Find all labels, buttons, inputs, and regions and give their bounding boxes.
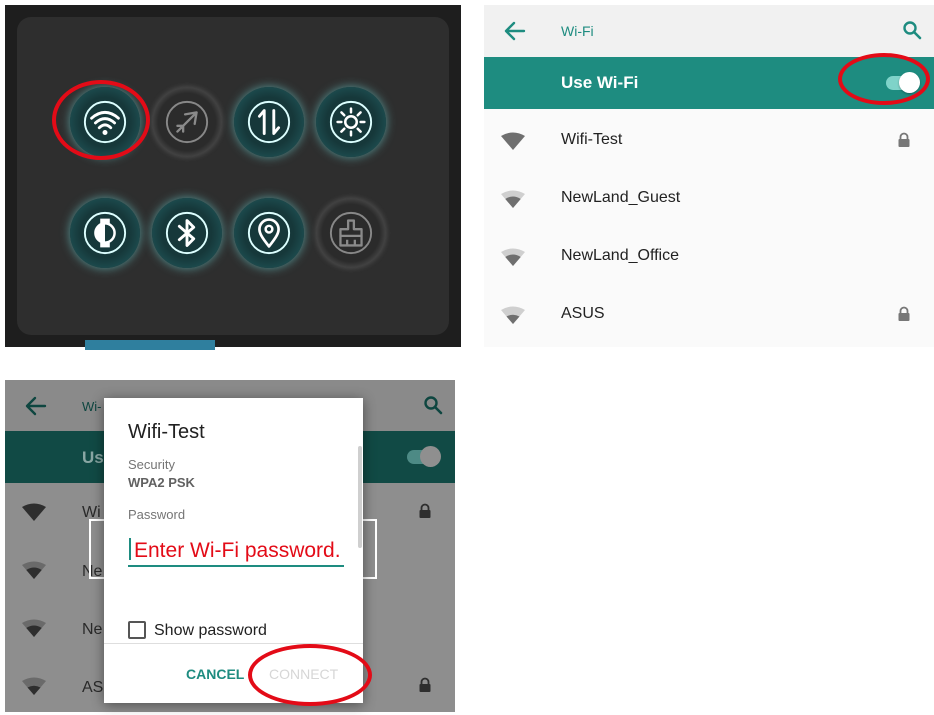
network-row[interactable]: ASUS [484, 286, 934, 344]
security-label: Security [128, 457, 175, 472]
connect-highlight [248, 644, 372, 706]
lock-icon [898, 132, 910, 147]
wifi-signal-full-icon [22, 503, 46, 521]
dialog-scrollbar[interactable] [358, 446, 362, 548]
mobile-data-tile[interactable] [234, 87, 304, 157]
airplane-mode-tile[interactable] [152, 87, 222, 157]
wifi-signal-medium-icon [22, 619, 46, 637]
network-row[interactable]: NewLand_Guest [484, 170, 934, 228]
quick-settings-background [17, 17, 449, 335]
wifi-signal-medium-icon [501, 190, 525, 208]
network-name: AS [82, 679, 104, 696]
lock-icon [419, 503, 431, 518]
lock-icon [419, 677, 431, 692]
wifi-toggle-thumb [420, 446, 441, 467]
network-row[interactable]: NewLand_Office [484, 228, 934, 286]
auto-rotate-tile[interactable] [70, 198, 140, 268]
wifi-signal-weak-icon [501, 306, 525, 324]
cleaner-tile[interactable] [316, 198, 386, 268]
show-password-label[interactable]: Show password [154, 622, 267, 640]
wifi-tile-highlight [52, 80, 150, 160]
search-icon[interactable] [902, 20, 922, 40]
back-arrow-icon[interactable] [25, 396, 47, 416]
search-icon[interactable] [423, 395, 443, 415]
toggle-highlight [838, 53, 930, 105]
wifi-signal-medium-icon [501, 248, 525, 266]
field-bracket-left [89, 519, 105, 579]
bluetooth-icon [165, 211, 209, 255]
dialog-title: Wifi-Test [128, 421, 205, 443]
quick-settings-panel [5, 5, 461, 350]
page-title: Wi-Fi [561, 23, 594, 39]
cancel-button[interactable]: CANCEL [186, 666, 244, 682]
network-name: ASUS [561, 305, 605, 322]
text-cursor [129, 538, 131, 560]
brightness-icon [329, 100, 373, 144]
use-wifi-label: Us [82, 448, 104, 467]
app-bar: Wi-Fi [484, 5, 934, 57]
page-title: Wi- [82, 399, 102, 414]
input-underline [128, 565, 344, 567]
wifi-signal-full-icon [501, 132, 525, 150]
lock-icon [898, 306, 910, 321]
password-input[interactable]: Enter Wi-Fi password. [128, 535, 344, 567]
security-value: WPA2 PSK [128, 475, 195, 490]
bluetooth-tile[interactable] [152, 198, 222, 268]
back-arrow-icon[interactable] [504, 21, 526, 41]
cleaner-icon [329, 211, 373, 255]
wifi-signal-weak-icon [22, 677, 46, 695]
use-wifi-label: Use Wi-Fi [561, 73, 639, 92]
location-icon [247, 211, 291, 255]
brightness-tile[interactable] [316, 87, 386, 157]
network-name: Ne [82, 621, 103, 638]
auto-rotate-icon [83, 211, 127, 255]
label-clip [104, 522, 363, 530]
network-row[interactable]: Wifi-Test [484, 112, 934, 170]
field-bracket-right [361, 519, 377, 579]
network-name: NewLand_Guest [561, 189, 681, 206]
password-hint: Enter Wi-Fi password. [134, 539, 341, 562]
mobile-data-icon [247, 100, 291, 144]
airplane-icon [165, 100, 209, 144]
wallpaper-strip [85, 340, 215, 350]
network-name: NewLand_Office [561, 247, 679, 264]
wifi-signal-medium-icon [22, 561, 46, 579]
location-tile[interactable] [234, 198, 304, 268]
show-password-checkbox[interactable] [128, 621, 146, 639]
network-name: Wifi-Test [561, 131, 623, 148]
password-label: Password [128, 507, 186, 522]
